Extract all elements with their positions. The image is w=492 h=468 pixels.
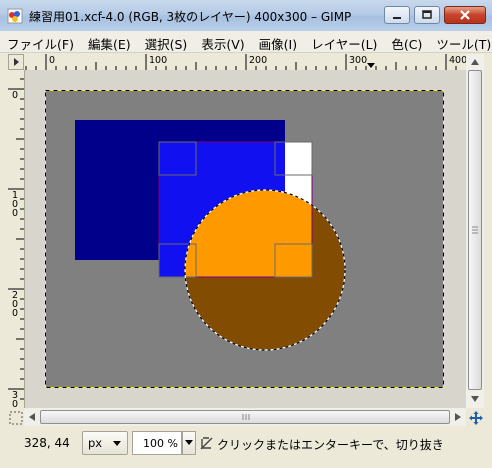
hruler-label-400: 400 — [449, 55, 466, 66]
horizontal-ruler-ticks — [25, 54, 457, 70]
grip-icon — [242, 414, 250, 420]
scroll-right-button[interactable] — [451, 410, 465, 424]
zoom-value: 100 % — [143, 437, 178, 450]
quick-mask-icon — [9, 411, 23, 425]
maximize-button[interactable] — [414, 6, 440, 24]
pointer-marker-icon — [367, 63, 375, 68]
image-menu-button[interactable] — [8, 54, 24, 70]
maximize-icon — [422, 10, 432, 19]
grip-icon — [472, 226, 478, 234]
menu-tools[interactable]: ツール(T) — [429, 31, 492, 52]
title-bar: 練習用01.xcf-4.0 (RGB, 3枚のレイヤー) 400x300 – G… — [0, 0, 492, 32]
menu-layer[interactable]: レイヤー(L) — [304, 31, 384, 52]
image-canvas[interactable] — [25, 70, 466, 408]
scroll-left-button[interactable] — [25, 410, 39, 424]
vruler-label-100: 100 — [11, 190, 19, 219]
pointer-coordinates: 328, 44 — [24, 436, 70, 450]
close-button[interactable] — [444, 6, 486, 24]
unit-value: px — [88, 436, 103, 450]
menu-edit[interactable]: 編集(E) — [81, 31, 138, 52]
vruler-label-200: 200 — [11, 290, 19, 319]
arrow-right-icon — [455, 413, 461, 421]
hruler-label-100: 100 — [149, 55, 168, 66]
close-icon — [460, 10, 470, 20]
status-bar: 328, 44 px 100 % クリックまたはエンターキーで、切り抜き — [0, 428, 492, 468]
menu-view[interactable]: 表示(V) — [194, 31, 251, 52]
minimize-icon — [393, 17, 401, 19]
chevron-down-icon — [185, 440, 193, 445]
menu-colors[interactable]: 色(C) — [384, 31, 429, 52]
navigate-button[interactable] — [468, 410, 484, 426]
menu-arrow-icon — [14, 58, 19, 66]
crop-tool-icon — [200, 437, 213, 450]
arrow-down-icon — [471, 396, 479, 402]
horizontal-scrollbar[interactable] — [24, 408, 466, 426]
canvas-drawing[interactable] — [25, 70, 466, 408]
horizontal-ruler: 0 100 200 300 400 — [24, 54, 466, 71]
gimp-app-icon — [7, 8, 23, 24]
hruler-label-300: 300 — [349, 55, 368, 66]
vertical-scrollbar[interactable] — [466, 54, 484, 408]
hruler-label-200: 200 — [249, 55, 268, 66]
menu-image[interactable]: 画像(I) — [252, 31, 304, 52]
window-title: 練習用01.xcf-4.0 (RGB, 3枚のレイヤー) 400x300 – G… — [29, 10, 352, 24]
arrow-left-icon — [29, 413, 35, 421]
scroll-up-button[interactable] — [468, 55, 482, 69]
vertical-scroll-thumb[interactable] — [468, 70, 482, 390]
chevron-down-icon — [113, 441, 121, 446]
minimize-button[interactable] — [384, 6, 410, 24]
menu-bar: ファイル(F) 編集(E) 選択(S) 表示(V) 画像(I) レイヤー(L) 色(C) ツー… — [0, 31, 492, 53]
zoom-dropdown-button[interactable] — [182, 431, 196, 455]
menu-select[interactable]: 選択(S) — [138, 31, 195, 52]
quick-mask-toggle[interactable] — [8, 410, 24, 426]
vertical-ruler: 0 100 200 30 — [8, 70, 25, 408]
status-message: クリックまたはエンターキーで、切り抜き — [217, 438, 444, 452]
zoom-input[interactable]: 100 % — [132, 431, 182, 455]
arrow-up-icon — [471, 59, 479, 65]
vruler-label-300: 30 — [11, 390, 19, 408]
menu-file[interactable]: ファイル(F) — [0, 31, 81, 52]
horizontal-scroll-thumb[interactable] — [40, 410, 450, 424]
hruler-label-0: 0 — [49, 55, 56, 66]
navigate-icon — [469, 411, 483, 425]
vruler-label-0: 0 — [11, 90, 19, 101]
unit-selector[interactable]: px — [82, 431, 128, 455]
scroll-down-button[interactable] — [468, 392, 482, 406]
vertical-ruler-ticks — [8, 78, 24, 400]
